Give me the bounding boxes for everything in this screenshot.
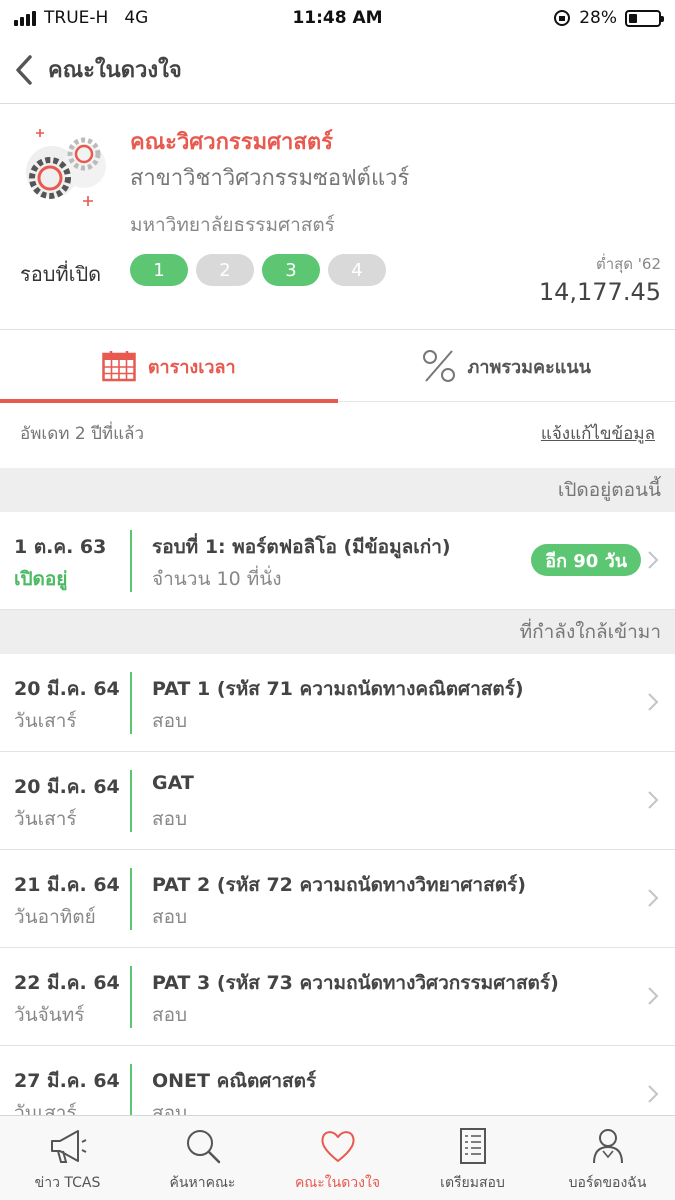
tab-score-overview-label: ภาพรวมคะแนน [467, 356, 591, 378]
tabbar-my-board[interactable]: บอร์ดของฉัน [540, 1116, 675, 1200]
calendar-icon [102, 351, 136, 382]
item-divider [130, 672, 132, 734]
status-bar: TRUE-H 4G 11:48 AM 28% [0, 0, 675, 36]
battery-percent: 28% [579, 8, 617, 28]
branch-name: สาขาวิชาวิศวกรรมซอฟต์แวร์ [130, 166, 410, 191]
item-subtitle: สอบ [152, 710, 188, 732]
status-left: TRUE-H 4G [14, 8, 148, 28]
item-subtitle: สอบ [152, 1004, 188, 1026]
item-date: 20 มี.ค. 64 [14, 776, 120, 798]
item-divider [130, 868, 132, 930]
chevron-right-icon [648, 1085, 659, 1103]
list-item[interactable]: 20 มี.ค. 64 วันเสาร์ PAT 1 (รหัส 71 ความ… [0, 654, 675, 752]
round-pill-2[interactable]: 2 [196, 254, 254, 286]
page-title: คณะในดวงใจ [48, 58, 182, 83]
tabbar-favorites[interactable]: คณะในดวงใจ [270, 1116, 405, 1200]
item-day: วันจันทร์ [14, 1004, 85, 1026]
tabbar-exam-prep[interactable]: เตรียมสอบ [405, 1116, 540, 1200]
item-divider [130, 770, 132, 832]
item-day: วันอาทิตย์ [14, 906, 96, 928]
item-day: วันเสาร์ [14, 808, 77, 830]
tabbar-my-board-label: บอร์ดของฉัน [568, 1175, 647, 1191]
item-title: PAT 1 (รหัส 71 ความถนัดทางคณิตศาสตร์) [152, 678, 524, 700]
status-right: 28% [553, 8, 664, 28]
gears-icon [26, 129, 106, 206]
item-title: PAT 2 (รหัส 72 ความถนัดทางวิทยาศาสตร์) [152, 874, 526, 896]
faculty-name: คณะวิศวกรรมศาสตร์ [130, 130, 333, 155]
list-item[interactable]: 21 มี.ค. 64 วันอาทิตย์ PAT 2 (รหัส 72 คว… [0, 850, 675, 948]
percent-icon [422, 350, 455, 382]
back-button[interactable] [0, 36, 48, 104]
item-date: 27 มี.ค. 64 [14, 1070, 120, 1092]
tab-timeline[interactable]: ตารางเวลา [0, 330, 338, 403]
list-item[interactable]: 1 ต.ค. 63 เปิดอยู่ รอบที่ 1: พอร์ตฟอลิโอ… [0, 512, 675, 610]
chevron-right-icon [648, 693, 659, 711]
megaphone-icon [50, 1130, 86, 1163]
round-pill-1[interactable]: 1 [130, 254, 188, 286]
content-tabs: ตารางเวลา ภาพรวมคะแนน [0, 330, 675, 403]
item-title: รอบที่ 1: พอร์ตฟอลิโอ (มีข้อมูลเก่า) [152, 536, 451, 558]
orientation-lock-icon [554, 10, 571, 26]
rounds-label: รอบที่เปิด [20, 262, 102, 286]
tabbar-exam-prep-label: เตรียมสอบ [440, 1175, 505, 1191]
last-updated: อัพเดท 2 ปีที่แล้ว [20, 423, 145, 444]
item-title: ONET คณิตศาสตร์ [152, 1070, 317, 1092]
battery-icon [625, 9, 664, 27]
list-item[interactable]: 22 มี.ค. 64 วันจันทร์ PAT 3 (รหัส 73 ควา… [0, 948, 675, 1046]
item-date: 20 มี.ค. 64 [14, 678, 120, 700]
search-icon [186, 1130, 220, 1164]
chevron-right-icon [648, 791, 659, 809]
item-day: วันเสาร์ [14, 710, 77, 732]
signal-icon [14, 10, 36, 26]
checklist-icon [459, 1128, 486, 1164]
list-item[interactable]: 20 มี.ค. 64 วันเสาร์ GAT สอบ [0, 752, 675, 850]
tabbar-news[interactable]: ข่าว TCAS [0, 1116, 135, 1200]
item-status: เปิดอยู่ [14, 568, 68, 590]
update-row: อัพเดท 2 ปีที่แล้ว แจ้งแก้ไขข้อมูล [0, 402, 675, 464]
item-date: 22 มี.ค. 64 [14, 972, 120, 994]
days-left-badge: อีก 90 วัน [531, 544, 641, 576]
faculty-header: คณะวิศวกรรมศาสตร์ สาขาวิชาวิศวกรรมซอฟต์แ… [0, 104, 675, 330]
item-divider [130, 966, 132, 1028]
carrier: TRUE-H [44, 8, 109, 28]
section-open-now: เปิดอยู่ตอนนี้ [0, 468, 675, 512]
tabbar-search-label: ค้นหาคณะ [169, 1175, 236, 1191]
tabbar-search[interactable]: ค้นหาคณะ [135, 1116, 270, 1200]
round-pill-4[interactable]: 4 [328, 254, 386, 286]
network-type: 4G [124, 8, 149, 28]
item-date: 21 มี.ค. 64 [14, 874, 120, 896]
item-title: GAT [152, 772, 194, 794]
section-upcoming: ที่กำลังใกล้เข้ามา [0, 610, 675, 654]
chevron-left-icon [16, 54, 32, 85]
tabbar-news-label: ข่าว TCAS [34, 1175, 101, 1191]
tabbar-favorites-label: คณะในดวงใจ [294, 1175, 381, 1191]
min-score-label: ต่ำสุด '62 [595, 255, 661, 273]
tab-score-overview[interactable]: ภาพรวมคะแนน [338, 330, 675, 402]
item-subtitle: สอบ [152, 906, 188, 928]
report-correction-link[interactable]: แจ้งแก้ไขข้อมูล [541, 420, 655, 447]
university-name: มหาวิทยาลัยธรรมศาสตร์ [130, 214, 335, 236]
round-pill-3[interactable]: 3 [262, 254, 320, 286]
bottom-tab-bar: ข่าว TCAS ค้นหาคณะ คณะในดวงใจ เตรียมสอบ … [0, 1115, 675, 1200]
item-subtitle: สอบ [152, 808, 188, 830]
tab-timeline-label: ตารางเวลา [147, 356, 236, 378]
item-date: 1 ต.ค. 63 [14, 536, 107, 558]
battery-level [629, 13, 637, 23]
min-score: 14,177.45 [538, 278, 661, 306]
nav-bar: คณะในดวงใจ [0, 36, 675, 104]
item-title: PAT 3 (รหัส 73 ความถนัดทางวิศวกรรมศาสตร์… [152, 972, 559, 994]
user-icon [592, 1129, 623, 1164]
chevron-right-icon [648, 551, 659, 569]
chevron-right-icon [648, 987, 659, 1005]
item-subtitle: จำนวน 10 ที่นั่ง [152, 568, 282, 590]
heart-icon [320, 1131, 355, 1162]
chevron-right-icon [648, 889, 659, 907]
item-divider [130, 530, 132, 592]
round-pills: 1 2 3 4 [130, 254, 386, 286]
